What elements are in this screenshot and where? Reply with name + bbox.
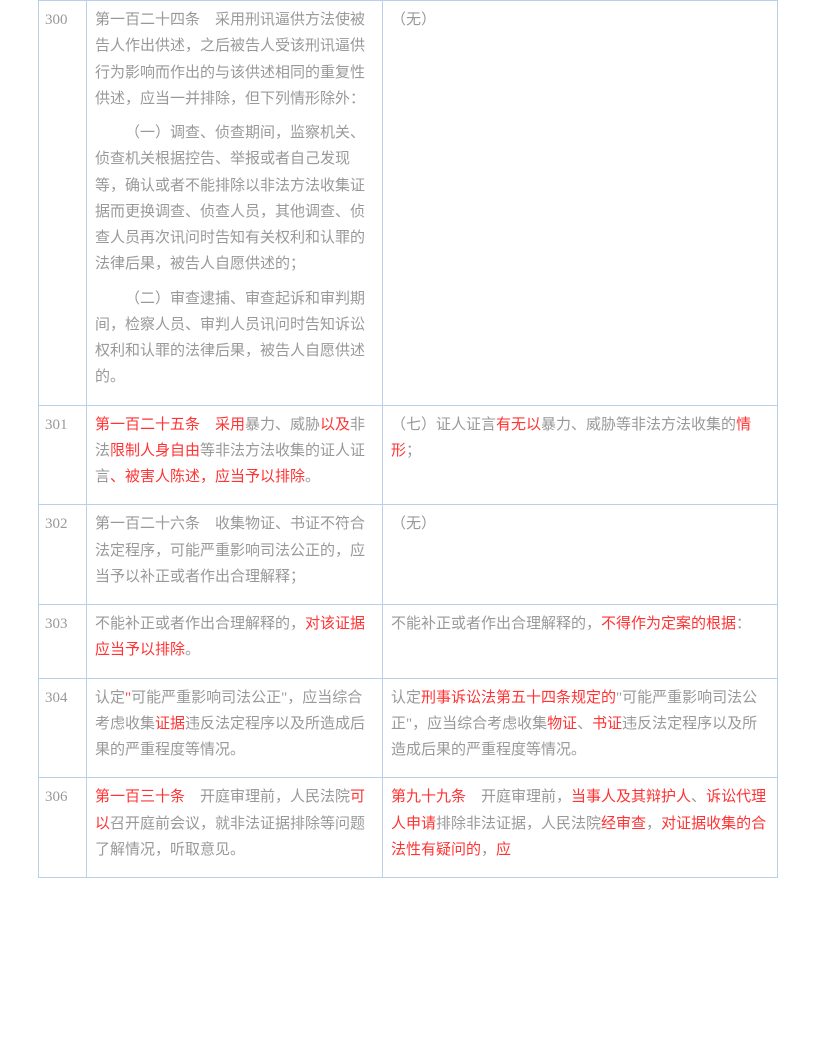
plain-text: 暴力、威胁 [245, 417, 320, 433]
table-row: 303不能补正或者作出合理解释的，对该证据应当予以排除。不能补正或者作出合理解释… [39, 605, 778, 679]
text-paragraph: 第一百二十五条 采用暴力、威胁以及非法限制人身自由等非法方法收集的证人证言、被害… [95, 412, 374, 491]
highlight-text: 经审查 [601, 816, 646, 832]
left-cell: 认定"可能严重影响司法公正"，应当综合考虑收集证据违反法定程序以及所造成后果的严… [87, 678, 383, 778]
table-row: 306第一百三十条 开庭审理前，人民法院可以召开庭前会议，就非法证据排除等问题了… [39, 778, 778, 878]
right-cell: （无） [383, 505, 778, 605]
text-paragraph: 第一百二十四条 采用刑讯逼供方法使被告人作出供述，之后被告人受该刑讯逼供行为影响… [95, 7, 374, 112]
plain-text: 、 [577, 716, 592, 732]
highlight-text: 不得作为定案的根据 [601, 616, 736, 632]
text-paragraph: 第九十九条 开庭审理前，当事人及其辩护人、诉讼代理人申请排除非法证据，人民法院经… [391, 784, 769, 863]
plain-text: 认定 [95, 690, 125, 706]
right-cell: 第九十九条 开庭审理前，当事人及其辩护人、诉讼代理人申请排除非法证据，人民法院经… [383, 778, 778, 878]
table-row: 302第一百二十六条 收集物证、书证不符合法定程序，可能严重影响司法公正的，应当… [39, 505, 778, 605]
row-number: 302 [39, 505, 87, 605]
plain-text: ， [646, 816, 661, 832]
right-cell: 认定刑事诉讼法第五十四条规定的"可能严重影响司法公正"，应当综合考虑收集物证、书… [383, 678, 778, 778]
plain-text: 。 [305, 469, 320, 485]
left-cell: 第一百二十六条 收集物证、书证不符合法定程序，可能严重影响司法公正的，应当予以补… [87, 505, 383, 605]
text-paragraph: （二）审查逮捕、审查起诉和审判期间，检察人员、审判人员讯问时告知诉讼权利和认罪的… [95, 286, 374, 391]
text-paragraph: 认定刑事诉讼法第五十四条规定的"可能严重影响司法公正"，应当综合考虑收集物证、书… [391, 685, 769, 764]
right-cell: 不能补正或者作出合理解释的，不得作为定案的根据： [383, 605, 778, 679]
highlight-text: 物证 [547, 716, 577, 732]
plain-text: 证人证言 [436, 417, 496, 433]
table-row: 301第一百二十五条 采用暴力、威胁以及非法限制人身自由等非法方法收集的证人证言… [39, 405, 778, 505]
left-cell: 第一百二十四条 采用刑讯逼供方法使被告人作出供述，之后被告人受该刑讯逼供行为影响… [87, 1, 383, 406]
left-cell: 第一百三十条 开庭审理前，人民法院可以召开庭前会议，就非法证据排除等问题了解情况… [87, 778, 383, 878]
plain-text: 认定 [391, 690, 421, 706]
highlight-text: 、被害人陈述，应当予以排除 [110, 469, 305, 485]
plain-text: （二）审查逮捕、审查起诉和审判期间，检察人员、审判人员讯问时告知诉讼权利和认罪的… [95, 291, 365, 386]
comparison-table: 300第一百二十四条 采用刑讯逼供方法使被告人作出供述，之后被告人受该刑讯逼供行… [38, 0, 778, 878]
plain-text: ； [406, 443, 421, 459]
highlight-text: 证据 [155, 716, 185, 732]
highlight-text: 第一百三十条 [95, 789, 185, 805]
plain-text: （无） [391, 516, 436, 532]
highlight-text: 应 [496, 842, 511, 858]
text-paragraph: （一）调查、侦查期间，监察机关、侦查机关根据控告、举报或者自己发现等，确认或者不… [95, 120, 374, 278]
text-paragraph: （无） [391, 511, 769, 537]
plain-text: （一）调查、侦查期间，监察机关、侦查机关根据控告、举报或者自己发现等，确认或者不… [95, 125, 365, 272]
plain-text: ： [736, 616, 751, 632]
plain-text: 不能补正或者作出合理解释的， [95, 616, 305, 632]
highlight-text: 刑事诉讼法第五十四条规定的 [421, 690, 616, 706]
highlight-text: 以及 [320, 417, 350, 433]
text-paragraph: 不能补正或者作出合理解释的，对该证据应当予以排除。 [95, 611, 374, 664]
plain-text: 第一百二十四条 采用刑讯逼供方法使被告人作出供述，之后被告人受该刑讯逼供行为影响… [95, 12, 365, 107]
text-paragraph: （无） [391, 7, 769, 33]
right-cell: （无） [383, 1, 778, 406]
left-cell: 不能补正或者作出合理解释的，对该证据应当予以排除。 [87, 605, 383, 679]
text-paragraph: 第一百二十六条 收集物证、书证不符合法定程序，可能严重影响司法公正的，应当予以补… [95, 511, 374, 590]
plain-text: 暴力、威胁等非法方法收集的 [541, 417, 736, 433]
row-number: 306 [39, 778, 87, 878]
highlight-text: 限制人身自由 [110, 443, 200, 459]
plain-text: 召开庭前会议，就非法证据排除等问题了解情况，听取意见。 [95, 816, 365, 858]
highlight-text: 书证 [592, 716, 622, 732]
table-row: 300第一百二十四条 采用刑讯逼供方法使被告人作出供述，之后被告人受该刑讯逼供行… [39, 1, 778, 406]
row-number: 303 [39, 605, 87, 679]
text-paragraph: 不能补正或者作出合理解释的，不得作为定案的根据： [391, 611, 769, 637]
plain-text: 不能补正或者作出合理解释的， [391, 616, 601, 632]
plain-text: ， [481, 842, 496, 858]
plain-text: 开庭审理前，人民法院 [185, 789, 350, 805]
plain-text: 第一百二十六条 收集物证、书证不符合法定程序，可能严重影响司法公正的，应当予以补… [95, 516, 365, 585]
highlight-text: 当事人及其辩护人 [571, 789, 691, 805]
text-paragraph: 第一百三十条 开庭审理前，人民法院可以召开庭前会议，就非法证据排除等问题了解情况… [95, 784, 374, 863]
row-number: 304 [39, 678, 87, 778]
plain-text: （七） [391, 417, 436, 433]
highlight-text: 第九十九条 [391, 789, 466, 805]
highlight-text: 第一百二十五条 采用 [95, 417, 245, 433]
table-row: 304认定"可能严重影响司法公正"，应当综合考虑收集证据违反法定程序以及所造成后… [39, 678, 778, 778]
plain-text: （无） [391, 12, 436, 28]
plain-text: 、 [691, 789, 706, 805]
plain-text: 排除非法证据，人民法院 [436, 816, 601, 832]
text-paragraph: （七）证人证言有无以暴力、威胁等非法方法收集的情形； [391, 412, 769, 465]
right-cell: （七）证人证言有无以暴力、威胁等非法方法收集的情形； [383, 405, 778, 505]
left-cell: 第一百二十五条 采用暴力、威胁以及非法限制人身自由等非法方法收集的证人证言、被害… [87, 405, 383, 505]
row-number: 301 [39, 405, 87, 505]
plain-text: 开庭审理前， [466, 789, 571, 805]
plain-text: 。 [185, 642, 200, 658]
highlight-text: 有无以 [496, 417, 541, 433]
text-paragraph: 认定"可能严重影响司法公正"，应当综合考虑收集证据违反法定程序以及所造成后果的严… [95, 685, 374, 764]
row-number: 300 [39, 1, 87, 406]
